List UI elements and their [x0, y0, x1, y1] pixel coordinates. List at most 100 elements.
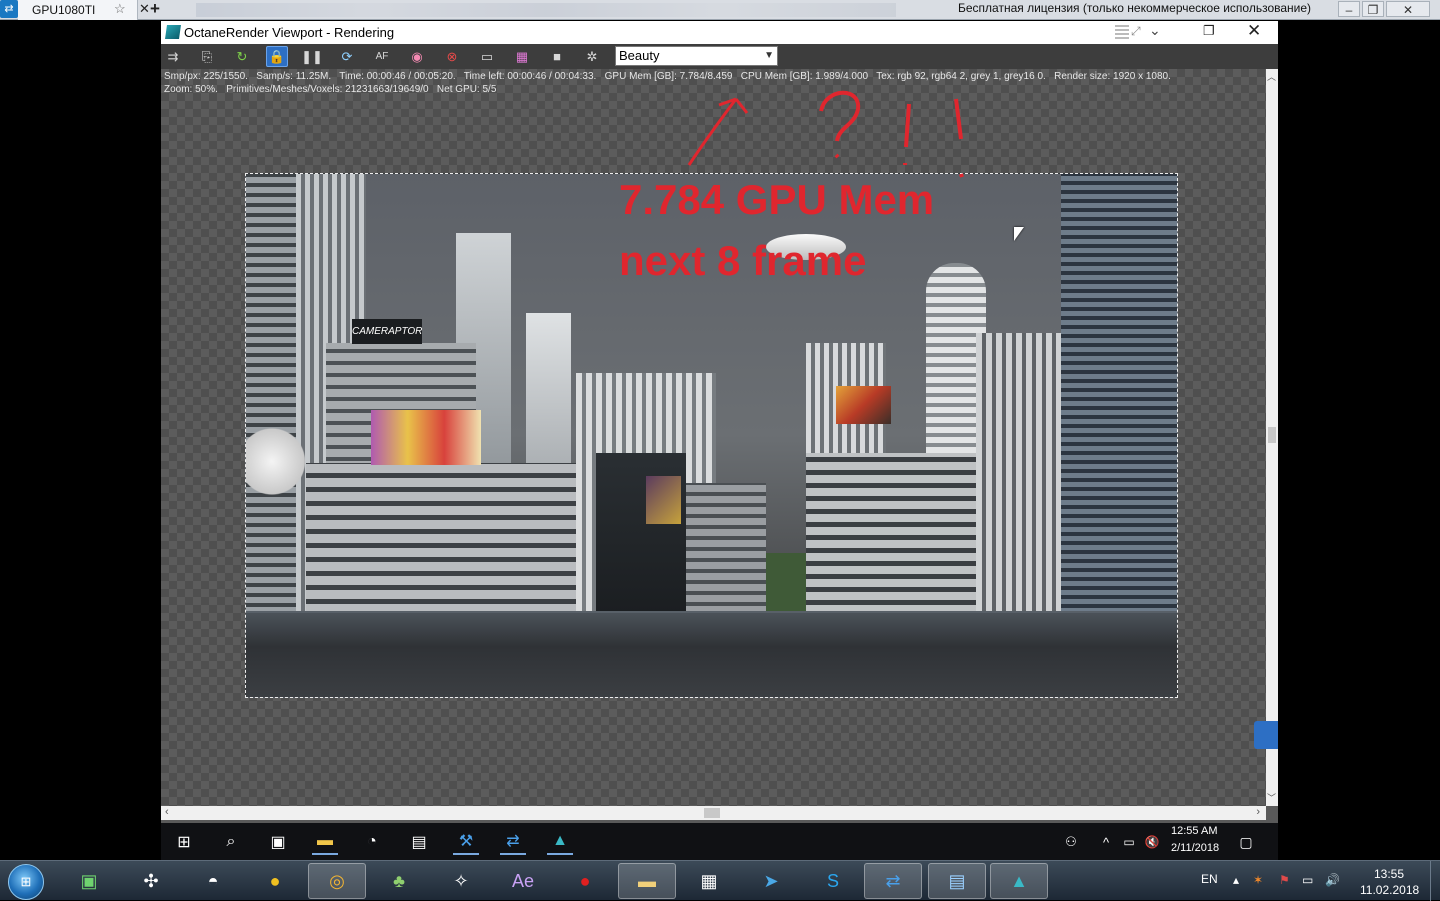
- remote-taskbar: ⊞ ⌕ ▣ ▬ ◔ ▤ ⚒ ⇄ ▲ ⚇ ^ ▭ 🔇 12:55 AM 2/11/…: [161, 823, 1278, 860]
- network-icon[interactable]: ▭: [1302, 873, 1313, 887]
- billboard-text: CAMERAPTOR: [352, 326, 423, 337]
- tray-expand-icon[interactable]: ▴: [1233, 873, 1239, 887]
- license-notice: Бесплатная лицензия (только некоммерческ…: [958, 1, 1312, 15]
- file-explorer-icon[interactable]: ▬: [312, 829, 338, 855]
- camera-icon[interactable]: ■: [546, 46, 568, 67]
- exclamation-annotation: [954, 98, 964, 178]
- 3dsmax-local-icon[interactable]: ▲: [990, 863, 1048, 899]
- blurred-tabs-area: [196, 3, 896, 17]
- teamviewer-icon[interactable]: ⇄: [500, 829, 526, 855]
- autofocus-icon[interactable]: AF: [371, 46, 393, 67]
- building: [976, 333, 1066, 613]
- skype-icon[interactable]: S: [804, 863, 862, 899]
- search-icon[interactable]: ⌕: [218, 829, 244, 855]
- render-pass-value: Beauty: [619, 48, 660, 63]
- calculator-icon[interactable]: ▦: [680, 863, 738, 899]
- new-tab-plus-icon[interactable]: +: [150, 0, 160, 19]
- hat-app-icon[interactable]: ◓: [184, 863, 242, 899]
- maximize-button[interactable]: ❐: [1362, 1, 1384, 17]
- render-viewport[interactable]: Smp/px: 225/1550. Samp/s: 11.25M. Time: …: [161, 69, 1266, 806]
- restart-render-icon[interactable]: ↻: [231, 46, 253, 67]
- vertical-scrollbar[interactable]: ︿ ﹀: [1266, 69, 1278, 806]
- scroll-thumb[interactable]: [1268, 427, 1276, 443]
- billboard: CAMERAPTOR: [352, 319, 422, 344]
- zbrush-app-icon[interactable]: ✧: [432, 863, 490, 899]
- tree-app-icon[interactable]: ♣: [370, 863, 428, 899]
- show-desktop-button[interactable]: [1430, 861, 1440, 901]
- window-app-local-icon[interactable]: ▤: [928, 863, 986, 899]
- color-picker-icon[interactable]: ◉: [406, 46, 428, 67]
- tools-app-icon[interactable]: ⚒: [453, 829, 479, 855]
- window-title: OctaneRender Viewport - Rendering: [184, 25, 395, 40]
- grip-icon: [1115, 23, 1129, 39]
- horizontal-scrollbar[interactable]: ‹ ›: [161, 806, 1266, 820]
- monitor-app-icon[interactable]: ▣: [60, 863, 118, 899]
- remote-clock-date[interactable]: 2/11/2018: [1171, 842, 1219, 854]
- volume-muted-icon[interactable]: 🔇: [1139, 829, 1165, 855]
- close-tab-icon[interactable]: ✕: [139, 1, 150, 17]
- close-button[interactable]: ✕: [1386, 1, 1430, 17]
- scroll-down-icon[interactable]: ﹀: [1267, 791, 1276, 804]
- copy-clipboard-icon[interactable]: ⎘: [196, 46, 218, 67]
- region-render-icon[interactable]: ⊗: [441, 46, 463, 67]
- settings-gear-icon[interactable]: ✲: [581, 46, 603, 67]
- pause-icon[interactable]: ❚❚: [301, 46, 323, 67]
- local-clock-time[interactable]: 13:55: [1374, 867, 1404, 881]
- scroll-up-icon[interactable]: ︿: [1267, 70, 1276, 83]
- material-picker-icon[interactable]: ▦: [511, 46, 533, 67]
- action-center-icon[interactable]: ▢: [1233, 829, 1259, 855]
- teamviewer-local-icon[interactable]: ⇄: [864, 863, 922, 899]
- tab-gpu1080ti[interactable]: GPU1080TI ☆ ✕: [18, 0, 150, 20]
- volume-icon[interactable]: 🔊: [1325, 873, 1340, 887]
- scroll-left-icon[interactable]: ‹: [165, 806, 169, 818]
- window-titlebar[interactable]: OctaneRender Viewport - Rendering ⤢ ⌄ ❐ …: [161, 21, 1278, 44]
- clock-app-icon[interactable]: ◔: [359, 829, 385, 855]
- restore-button[interactable]: ❐: [1203, 23, 1215, 39]
- 3dsmax-icon[interactable]: ▲: [547, 829, 573, 855]
- chrome-icon[interactable]: ◎: [308, 863, 366, 899]
- aida-app-icon[interactable]: ●: [246, 863, 304, 899]
- render-stats-line-1: Smp/px: 225/1550. Samp/s: 11.25M. Time: …: [164, 71, 1171, 82]
- film-region-icon[interactable]: ▭: [476, 46, 498, 67]
- start-orb-icon[interactable]: ⊞: [8, 864, 44, 900]
- flag-icon[interactable]: ⚑: [1279, 873, 1290, 887]
- fan-app-icon[interactable]: ✣: [122, 863, 180, 899]
- task-view-icon[interactable]: ▣: [265, 829, 291, 855]
- arrow-annotation: [687, 97, 749, 166]
- reset-icon[interactable]: ⟳: [336, 46, 358, 67]
- rooftop: [246, 613, 1177, 697]
- remote-clock-time[interactable]: 12:55 AM: [1171, 825, 1217, 837]
- octane-viewport-window: OctaneRender Viewport - Rendering ⤢ ⌄ ❐ …: [161, 21, 1278, 823]
- tab-label: GPU1080TI: [32, 3, 96, 17]
- minimize-button[interactable]: –: [1338, 1, 1360, 17]
- windows-start-icon[interactable]: ⊞: [171, 829, 197, 855]
- after-effects-icon[interactable]: Ae: [494, 863, 552, 899]
- render-toolbar: ⇉ ⎘ ↻ 🔒 ❚❚ ⟳ AF ◉ ⊗ ▭ ▦ ■ ✲ Beauty ▼: [161, 44, 1278, 69]
- people-icon[interactable]: ⚇: [1058, 829, 1084, 855]
- mouse-cursor-icon: [1014, 227, 1024, 241]
- scroll-thumb[interactable]: [704, 808, 720, 818]
- window-close-button[interactable]: ✕: [1247, 21, 1261, 41]
- annotation-text-line-1: 7.784 GPU Mem: [619, 176, 935, 223]
- annotation-text-line-2: next 8 frame: [619, 237, 867, 284]
- folder-icon[interactable]: ▬: [618, 863, 676, 899]
- lock-viewport-icon[interactable]: 🔒: [266, 46, 288, 67]
- local-clock-date[interactable]: 11.02.2018: [1360, 883, 1419, 897]
- tray-app-icon[interactable]: ✶: [1253, 873, 1263, 887]
- star-icon[interactable]: ☆: [114, 1, 126, 17]
- local-taskbar: ⊞ ▣ ✣ ◓ ● ◎ ♣ ✧ Ae ● ▬ ▦ ➤ S ⇄ ▤ ▲ EN ▴ …: [0, 860, 1440, 901]
- telegram-icon[interactable]: ➤: [742, 863, 800, 899]
- building: [306, 463, 576, 613]
- building: [1061, 174, 1177, 613]
- window-app-icon[interactable]: ▤: [406, 829, 432, 855]
- fullscreen-icon[interactable]: ⤢: [1131, 24, 1141, 39]
- chevron-down-icon[interactable]: ⌄: [1149, 22, 1161, 39]
- send-scene-icon[interactable]: ⇉: [162, 46, 184, 67]
- satellite-dish: [246, 424, 311, 499]
- render-pass-select[interactable]: Beauty ▼: [615, 46, 778, 66]
- record-app-icon[interactable]: ●: [556, 863, 614, 899]
- teamviewer-logo-icon: ⇄: [0, 0, 18, 18]
- language-indicator[interactable]: EN: [1201, 872, 1218, 886]
- scroll-right-icon[interactable]: ›: [1256, 806, 1260, 818]
- teamviewer-side-tab[interactable]: [1254, 721, 1278, 749]
